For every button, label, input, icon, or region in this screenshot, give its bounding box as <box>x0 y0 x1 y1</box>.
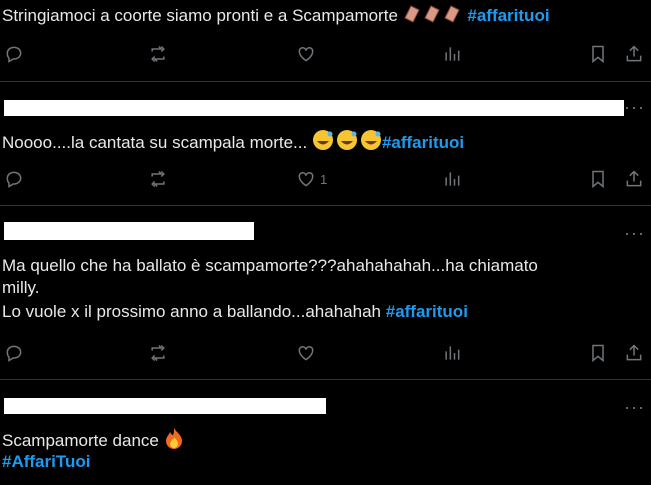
retweet-icon <box>151 45 165 63</box>
more-icon[interactable]: ··· <box>624 98 645 116</box>
bookmark-icon <box>592 344 604 363</box>
reply-button[interactable] <box>4 167 24 191</box>
views-button[interactable] <box>442 341 462 365</box>
views-icon <box>445 346 460 360</box>
bookmark-icon <box>592 45 604 64</box>
reply-icon <box>6 46 22 63</box>
like-button[interactable] <box>296 42 320 66</box>
post-line: milly. <box>2 278 40 297</box>
bookmark-button[interactable] <box>588 42 608 66</box>
post-actions <box>0 341 651 365</box>
post-2[interactable]: ··· Noooo....la cantata su scampala mort… <box>0 82 651 206</box>
post-body: Scampamorte dance <box>2 431 159 450</box>
post-body: Noooo....la cantata su scampala morte... <box>2 133 308 152</box>
post-text: Scampamorte dance <box>2 427 184 454</box>
more-icon[interactable]: ··· <box>624 398 645 416</box>
post-text: Noooo....la cantata su scampala morte...… <box>2 129 464 156</box>
hashtag-link[interactable]: #affarituoi <box>467 6 549 25</box>
post-3[interactable]: ··· Ma quello che ha ballato è scampamor… <box>0 206 651 380</box>
like-button[interactable]: 1 <box>296 167 327 191</box>
reply-icon <box>6 345 22 362</box>
retweet-icon <box>151 170 165 188</box>
reply-icon <box>6 171 22 188</box>
post-body: Lo vuole x il prossimo anno a ballando..… <box>2 302 381 321</box>
post-1[interactable]: Stringiamoci a coorte siamo pronti e a S… <box>0 0 651 82</box>
redacted-author <box>4 222 254 240</box>
views-button[interactable] <box>442 167 462 191</box>
post-text: Stringiamoci a coorte siamo pronti e a S… <box>2 4 550 29</box>
share-button[interactable] <box>624 167 644 191</box>
share-icon <box>626 170 642 187</box>
share-button[interactable] <box>624 42 644 66</box>
post-actions: 1 <box>0 167 651 191</box>
share-button[interactable] <box>624 341 644 365</box>
redacted-author <box>4 100 624 116</box>
retweet-icon <box>151 344 165 362</box>
fire-emoji-icon <box>164 427 184 454</box>
post-4[interactable]: ··· Scampamorte dance #AffariTuoi <box>0 380 651 485</box>
like-count: 1 <box>320 171 328 187</box>
redacted-author <box>4 398 326 414</box>
bookmark-button[interactable] <box>588 341 608 365</box>
post-actions <box>0 42 651 66</box>
hashtag-link[interactable]: #affarituoi <box>382 133 464 152</box>
coffin-emoji-icon <box>403 4 463 29</box>
more-icon[interactable]: ··· <box>624 224 645 242</box>
hashtag-link[interactable]: #AffariTuoi <box>2 451 90 472</box>
share-icon <box>626 45 642 62</box>
reply-button[interactable] <box>4 42 24 66</box>
post-text: Lo vuole x il prossimo anno a ballando..… <box>2 301 468 322</box>
retweet-button[interactable] <box>148 341 168 365</box>
retweet-button[interactable] <box>148 42 168 66</box>
like-icon <box>298 46 314 62</box>
share-icon <box>626 344 642 361</box>
bookmark-icon <box>592 170 604 189</box>
post-body: Stringiamoci a coorte siamo pronti e a S… <box>2 6 398 25</box>
views-icon <box>445 47 460 61</box>
retweet-button[interactable] <box>148 167 168 191</box>
like-button[interactable] <box>296 341 320 365</box>
sweat-smile-emoji-icon <box>312 129 382 156</box>
reply-button[interactable] <box>4 341 24 365</box>
post-line: Ma quello che ha ballato è scampamorte??… <box>2 256 538 275</box>
hashtag-link[interactable]: #affarituoi <box>386 302 468 321</box>
like-icon <box>298 171 314 187</box>
views-icon <box>445 172 460 186</box>
like-icon <box>298 345 314 361</box>
bookmark-button[interactable] <box>588 167 608 191</box>
views-button[interactable] <box>442 42 462 66</box>
